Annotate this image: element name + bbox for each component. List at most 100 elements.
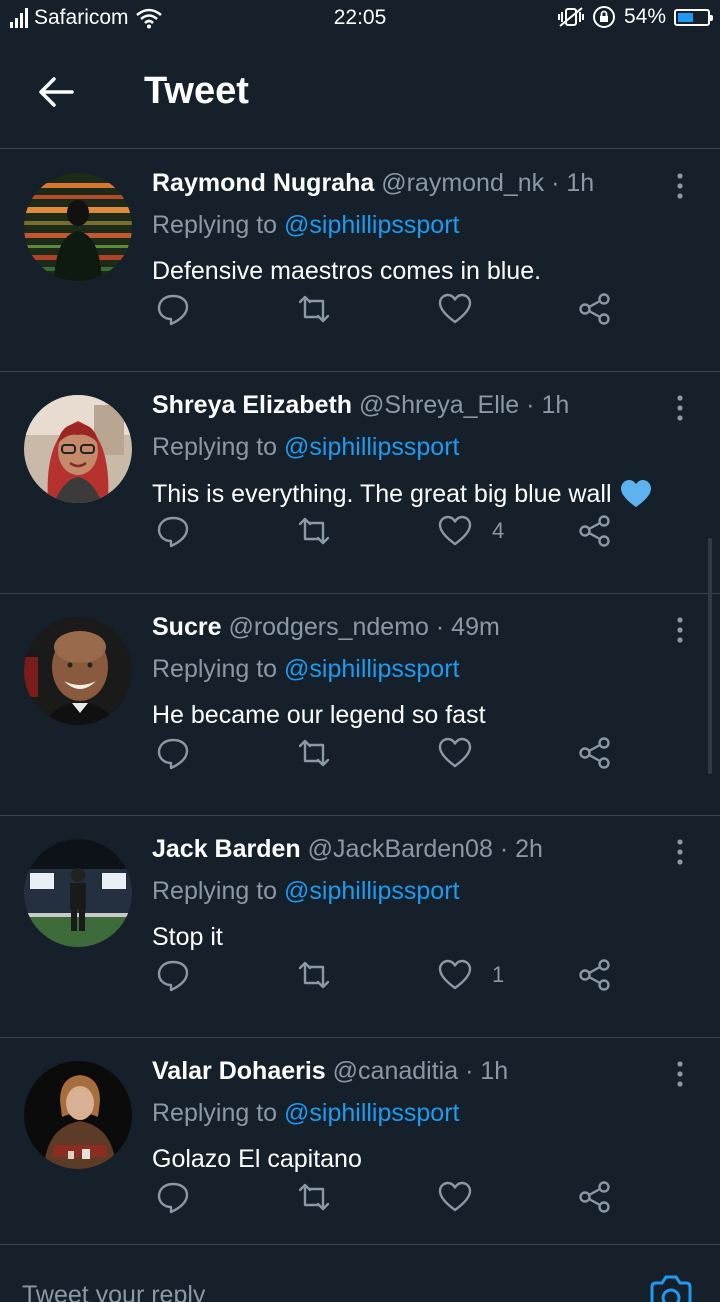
reply-tweet[interactable]: Shreya Elizabeth @Shreya_Elle · 1h Reply… bbox=[0, 371, 720, 594]
vibrate-icon bbox=[557, 7, 584, 27]
header: Tweet bbox=[0, 36, 720, 149]
retweet-button[interactable] bbox=[296, 1177, 332, 1217]
retweet-button[interactable] bbox=[296, 733, 332, 773]
like-button[interactable] bbox=[438, 289, 492, 329]
reply-button[interactable] bbox=[156, 733, 190, 773]
blue-heart-emoji-icon bbox=[620, 479, 651, 508]
tweet-header: Shreya Elizabeth @Shreya_Elle · 1h bbox=[152, 391, 569, 420]
avatar[interactable] bbox=[24, 839, 132, 947]
share-icon bbox=[579, 515, 610, 547]
tweet-text-content: Stop it bbox=[152, 923, 223, 951]
replying-to-mention[interactable]: @siphillipssport bbox=[284, 655, 459, 683]
reply-tweet[interactable]: Jack Barden @JackBarden08 · 2h Replying … bbox=[0, 815, 720, 1038]
share-icon bbox=[579, 959, 610, 991]
user-name[interactable]: Shreya Elizabeth bbox=[152, 391, 352, 419]
tweet-header: Jack Barden @JackBarden08 · 2h bbox=[152, 835, 543, 864]
share-button[interactable] bbox=[578, 955, 612, 995]
user-name[interactable]: Jack Barden bbox=[152, 835, 301, 863]
tweet-text: Defensive maestros comes in blue. bbox=[152, 257, 541, 286]
share-icon bbox=[579, 293, 610, 325]
like-count: 1 bbox=[492, 962, 505, 987]
user-name[interactable]: Valar Dohaeris bbox=[152, 1057, 326, 1085]
heart-icon bbox=[438, 1181, 472, 1212]
share-button[interactable] bbox=[578, 289, 612, 329]
back-arrow-icon[interactable] bbox=[34, 70, 78, 114]
more-options-icon[interactable] bbox=[668, 171, 692, 201]
rotation-lock-icon bbox=[592, 6, 615, 28]
heart-icon bbox=[438, 515, 472, 546]
share-button[interactable] bbox=[578, 1177, 612, 1217]
share-button[interactable] bbox=[578, 733, 612, 773]
more-options-icon[interactable] bbox=[668, 837, 692, 867]
replying-to-label: Replying to bbox=[152, 211, 278, 239]
compose-bar bbox=[0, 1244, 720, 1302]
avatar[interactable] bbox=[24, 1061, 132, 1169]
replying-to-line: Replying to @siphillipssport bbox=[152, 433, 459, 462]
retweet-icon bbox=[298, 517, 330, 545]
reply-button[interactable] bbox=[156, 1177, 190, 1217]
battery-percent: 54% bbox=[623, 5, 666, 28]
user-handle[interactable]: @JackBarden08 bbox=[308, 835, 493, 863]
user-handle[interactable]: @raymond_nk bbox=[381, 169, 544, 197]
reply-tweet[interactable]: Raymond Nugraha @raymond_nk · 1h Replyin… bbox=[0, 149, 720, 372]
scrollbar[interactable] bbox=[708, 538, 712, 774]
like-button[interactable] bbox=[438, 733, 492, 773]
replying-to-line: Replying to @siphillipssport bbox=[152, 211, 459, 240]
tweet-text-content: This is everything. The great big blue w… bbox=[152, 479, 612, 508]
user-handle[interactable]: @rodgers_ndemo bbox=[228, 613, 429, 641]
tweet-actions bbox=[152, 289, 632, 329]
replying-to-mention[interactable]: @siphillipssport bbox=[284, 433, 459, 461]
tweet-time: · 1h bbox=[465, 1057, 509, 1085]
tweet-text-content: Golazo El capitano bbox=[152, 1145, 362, 1173]
replying-to-mention[interactable]: @siphillipssport bbox=[284, 211, 459, 239]
avatar[interactable] bbox=[24, 395, 132, 503]
retweet-button[interactable] bbox=[296, 955, 332, 995]
like-count: 4 bbox=[492, 518, 505, 543]
replying-to-label: Replying to bbox=[152, 655, 278, 683]
tweet-actions: 1 bbox=[152, 955, 632, 995]
reply-button[interactable] bbox=[156, 289, 190, 329]
share-button[interactable] bbox=[578, 511, 612, 551]
reply-icon bbox=[157, 294, 189, 326]
replying-to-mention[interactable]: @siphillipssport bbox=[284, 877, 459, 905]
user-handle[interactable]: @canaditia bbox=[333, 1057, 458, 1085]
replying-to-line: Replying to @siphillipssport bbox=[152, 655, 459, 684]
replying-to-mention[interactable]: @siphillipssport bbox=[284, 1099, 459, 1127]
heart-icon bbox=[438, 959, 472, 990]
reply-button[interactable] bbox=[156, 955, 190, 995]
retweet-button[interactable] bbox=[296, 511, 332, 551]
reply-icon bbox=[157, 960, 189, 992]
avatar[interactable] bbox=[24, 617, 132, 725]
tweet-actions: 4 bbox=[152, 511, 632, 551]
more-options-icon[interactable] bbox=[668, 393, 692, 423]
status-bar: Safaricom 22:05 54% bbox=[0, 0, 720, 36]
heart-icon bbox=[438, 293, 472, 324]
reply-button[interactable] bbox=[156, 511, 190, 551]
tweet-text: This is everything. The great big blue w… bbox=[152, 479, 652, 509]
more-options-icon[interactable] bbox=[668, 615, 692, 645]
reply-tweet[interactable]: Sucre @rodgers_ndemo · 49m Replying to @… bbox=[0, 593, 720, 816]
reply-icon bbox=[157, 738, 189, 770]
share-icon bbox=[579, 737, 610, 769]
like-button[interactable]: 4 bbox=[438, 511, 504, 551]
tweet-time: · 1h bbox=[526, 391, 570, 419]
like-button[interactable]: 1 bbox=[438, 955, 504, 995]
more-options-icon[interactable] bbox=[668, 1059, 692, 1089]
like-button[interactable] bbox=[438, 1177, 492, 1217]
reply-tweet[interactable]: Valar Dohaeris @canaditia · 1h Replying … bbox=[0, 1037, 720, 1260]
tweet-text: Golazo El capitano bbox=[152, 1145, 362, 1174]
replying-to-line: Replying to @siphillipssport bbox=[152, 877, 459, 906]
tweet-text: He became our legend so fast bbox=[152, 701, 486, 730]
user-name[interactable]: Sucre bbox=[152, 613, 221, 641]
camera-icon[interactable] bbox=[648, 1275, 694, 1302]
avatar[interactable] bbox=[24, 173, 132, 281]
tweet-time: · 2h bbox=[499, 835, 543, 863]
reply-input[interactable] bbox=[22, 1281, 582, 1302]
replying-to-line: Replying to @siphillipssport bbox=[152, 1099, 459, 1128]
tweet-text-content: Defensive maestros comes in blue. bbox=[152, 257, 542, 285]
tweet-text: Stop it bbox=[152, 923, 223, 952]
retweet-button[interactable] bbox=[296, 289, 332, 329]
user-name[interactable]: Raymond Nugraha bbox=[152, 169, 374, 197]
retweet-icon bbox=[298, 295, 330, 323]
user-handle[interactable]: @Shreya_Elle bbox=[359, 391, 519, 419]
